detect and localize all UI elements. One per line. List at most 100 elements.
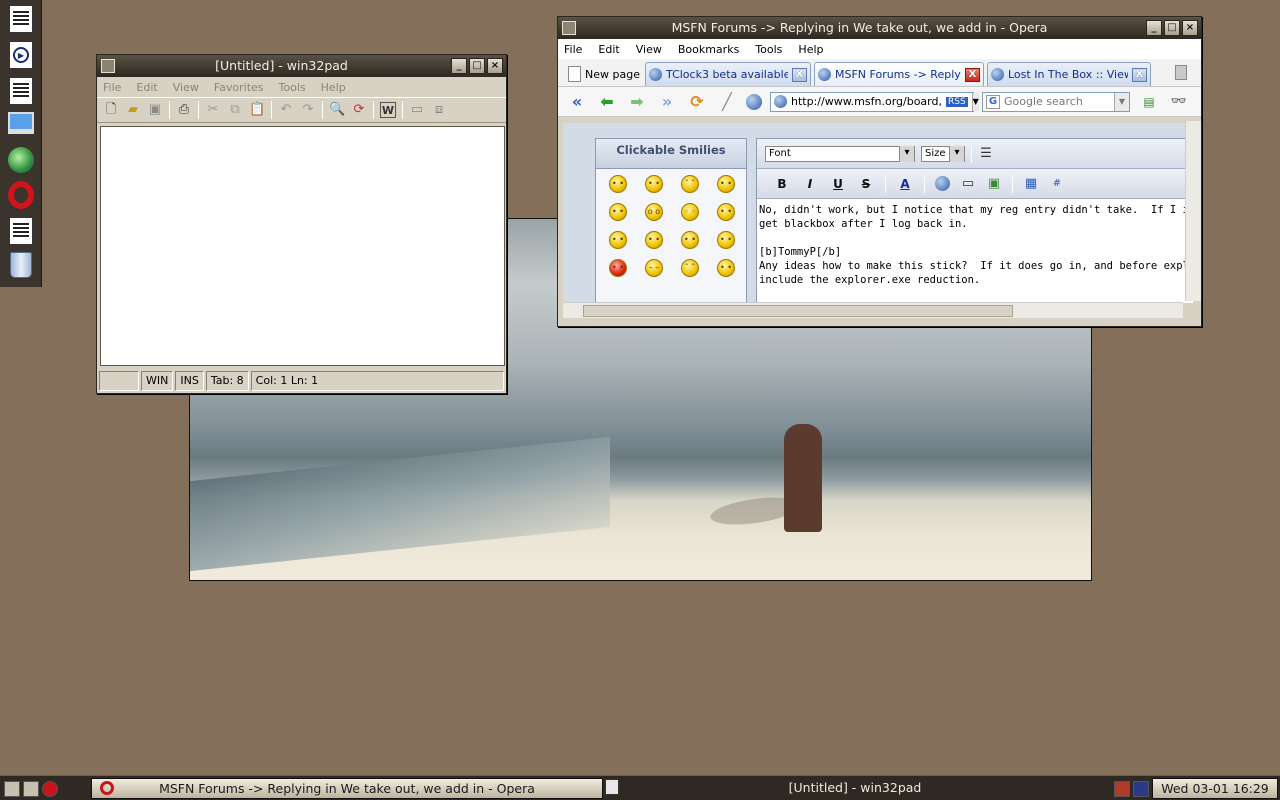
home-globe-icon[interactable] bbox=[746, 93, 762, 110]
underline-button[interactable]: U bbox=[829, 177, 847, 191]
opera-titlebar[interactable]: MSFN Forums -> Replying in We take out, … bbox=[558, 17, 1201, 39]
undo-icon[interactable]: ↶ bbox=[278, 102, 294, 118]
media-player-icon[interactable]: ▶ bbox=[6, 40, 36, 70]
print-icon[interactable]: ⎙ bbox=[176, 102, 192, 118]
insert-email-icon[interactable]: ▭ bbox=[960, 176, 976, 192]
smiley-icon[interactable]: – – bbox=[645, 259, 663, 277]
tab-lost-in-the-box[interactable]: Lost In The Box :: View ... X bbox=[987, 62, 1151, 86]
insert-media-icon[interactable]: ▦ bbox=[1023, 176, 1039, 192]
italic-button[interactable]: I bbox=[801, 177, 819, 191]
copy-icon[interactable]: ⧉ bbox=[227, 102, 243, 118]
close-button[interactable]: × bbox=[487, 58, 503, 74]
taskbar-item-opera[interactable]: MSFN Forums -> Replying in We take out, … bbox=[91, 778, 603, 799]
trash-icon[interactable] bbox=[1175, 65, 1187, 80]
vertical-scrollbar[interactable] bbox=[1185, 121, 1201, 301]
smiley-icon[interactable]: • • bbox=[609, 231, 627, 249]
search-field[interactable]: G Google search ▼ bbox=[982, 91, 1130, 112]
chevron-down-icon[interactable]: ▼ bbox=[971, 92, 979, 111]
insert-code-icon[interactable]: # bbox=[1049, 176, 1065, 192]
reload-icon[interactable]: ⟳ bbox=[686, 91, 708, 113]
chevron-down-icon[interactable]: ▼ bbox=[1114, 92, 1129, 111]
smiley-icon[interactable]: • • bbox=[717, 231, 735, 249]
menu-bookmarks[interactable]: Bookmarks bbox=[678, 43, 739, 56]
save-icon[interactable]: ▣ bbox=[147, 102, 163, 118]
insert-image-icon[interactable]: ▣ bbox=[986, 176, 1002, 192]
forward-arrow-icon[interactable]: ➡ bbox=[626, 91, 648, 113]
redo-icon[interactable]: ↷ bbox=[300, 102, 316, 118]
smiley-icon[interactable]: • • bbox=[717, 175, 735, 193]
smiley-icon[interactable]: • • bbox=[645, 231, 663, 249]
zoom-glasses-icon[interactable]: 👓 bbox=[1168, 91, 1190, 113]
my-computer-icon[interactable] bbox=[6, 108, 36, 138]
menu-edit[interactable]: Edit bbox=[136, 81, 157, 94]
tab-close-icon[interactable]: X bbox=[965, 67, 980, 82]
strikethrough-button[interactable]: S bbox=[857, 177, 875, 191]
menu-view[interactable]: View bbox=[173, 81, 199, 94]
smiley-icon[interactable]: • • bbox=[717, 203, 735, 221]
indent-icon[interactable]: ☰ bbox=[978, 146, 994, 162]
show-desktop-icon[interactable] bbox=[4, 780, 20, 797]
text-editing-area[interactable] bbox=[100, 126, 505, 366]
menu-file[interactable]: File bbox=[564, 43, 582, 56]
edit-pen-icon[interactable]: ╱ bbox=[716, 91, 738, 113]
text-document-icon[interactable] bbox=[6, 4, 36, 34]
opera-launch-icon[interactable] bbox=[42, 780, 58, 797]
font-select[interactable]: Font bbox=[765, 145, 915, 162]
fast-forward-icon[interactable]: » bbox=[656, 91, 678, 113]
tab-msfn-forums[interactable]: MSFN Forums -> Replyi... X bbox=[814, 62, 984, 86]
menu-tools[interactable]: Tools bbox=[279, 81, 306, 94]
find-icon[interactable]: 🔍 bbox=[329, 102, 345, 118]
scrollbar-thumb[interactable] bbox=[583, 305, 1013, 317]
maximize-button[interactable]: □ bbox=[469, 58, 485, 74]
tab-close-icon[interactable]: X bbox=[792, 67, 807, 82]
system-menu-icon[interactable] bbox=[562, 21, 576, 35]
menu-favorites[interactable]: Favorites bbox=[214, 81, 264, 94]
word-wrap-icon[interactable]: W bbox=[380, 102, 396, 118]
shield-icon[interactable] bbox=[1133, 780, 1149, 797]
recycle-bin-icon[interactable] bbox=[6, 250, 36, 280]
post-textarea[interactable]: No, didn't work, but I notice that my re… bbox=[757, 199, 1193, 291]
menu-file[interactable]: File bbox=[103, 81, 121, 94]
cut-icon[interactable]: ✂ bbox=[205, 102, 221, 118]
smiley-icon[interactable]: • • bbox=[681, 231, 699, 249]
rss-badge[interactable]: RSS bbox=[945, 96, 968, 107]
menu-view[interactable]: View bbox=[636, 43, 662, 56]
tab-close-icon[interactable]: X bbox=[1132, 67, 1147, 82]
system-menu-icon[interactable] bbox=[101, 59, 115, 73]
smiley-icon[interactable]: o o bbox=[645, 203, 663, 221]
smiley-icon[interactable]: ◦ ◦ bbox=[681, 203, 699, 221]
opera-browser-icon[interactable] bbox=[6, 180, 36, 210]
window-layout-icon[interactable]: ▭ bbox=[409, 102, 425, 118]
open-folder-icon[interactable]: ▰ bbox=[125, 102, 141, 118]
address-field[interactable]: http://www.msfn.org/board, RSS ▼ bbox=[770, 91, 979, 112]
minimize-button[interactable]: _ bbox=[1146, 20, 1162, 36]
horizontal-scrollbar[interactable] bbox=[563, 302, 1183, 318]
bold-button[interactable]: B bbox=[773, 177, 791, 191]
angry-smiley-icon[interactable]: • • bbox=[609, 259, 627, 277]
minimize-button[interactable]: _ bbox=[451, 58, 467, 74]
maximize-button[interactable]: □ bbox=[1164, 20, 1180, 36]
size-select[interactable]: Size bbox=[921, 145, 965, 162]
options-icon[interactable]: ⧈ bbox=[431, 102, 447, 118]
smiley-icon[interactable]: • • bbox=[717, 259, 735, 277]
smiley-icon[interactable]: ˆ ˆ bbox=[681, 175, 699, 193]
thumbs-up-smiley-icon[interactable]: ˆ ˆ bbox=[681, 259, 699, 277]
font-color-icon[interactable]: A bbox=[896, 177, 914, 191]
tray-app-icon[interactable] bbox=[1114, 780, 1130, 797]
text-document-icon[interactable] bbox=[6, 76, 36, 106]
back-arrow-icon[interactable]: ⬅ bbox=[596, 91, 618, 113]
network-icon[interactable] bbox=[6, 145, 36, 175]
bookmark-page-icon[interactable]: ▤ bbox=[1138, 91, 1160, 113]
rewind-icon[interactable]: « bbox=[566, 91, 588, 113]
menu-help[interactable]: Help bbox=[798, 43, 823, 56]
smiley-icon[interactable]: • • bbox=[645, 175, 663, 193]
taskbar-clock[interactable]: Wed 03-01 16:29 bbox=[1152, 778, 1278, 799]
new-page-button[interactable]: New page bbox=[564, 62, 642, 86]
smiley-icon[interactable]: • • bbox=[609, 175, 627, 193]
menu-edit[interactable]: Edit bbox=[598, 43, 619, 56]
insert-link-icon[interactable] bbox=[935, 176, 950, 191]
new-file-icon[interactable]: 🗋 bbox=[103, 102, 119, 118]
close-button[interactable]: × bbox=[1182, 20, 1198, 36]
tab-tclock3[interactable]: TClock3 beta available ... X bbox=[645, 62, 811, 86]
paste-icon[interactable]: 📋 bbox=[249, 102, 265, 118]
